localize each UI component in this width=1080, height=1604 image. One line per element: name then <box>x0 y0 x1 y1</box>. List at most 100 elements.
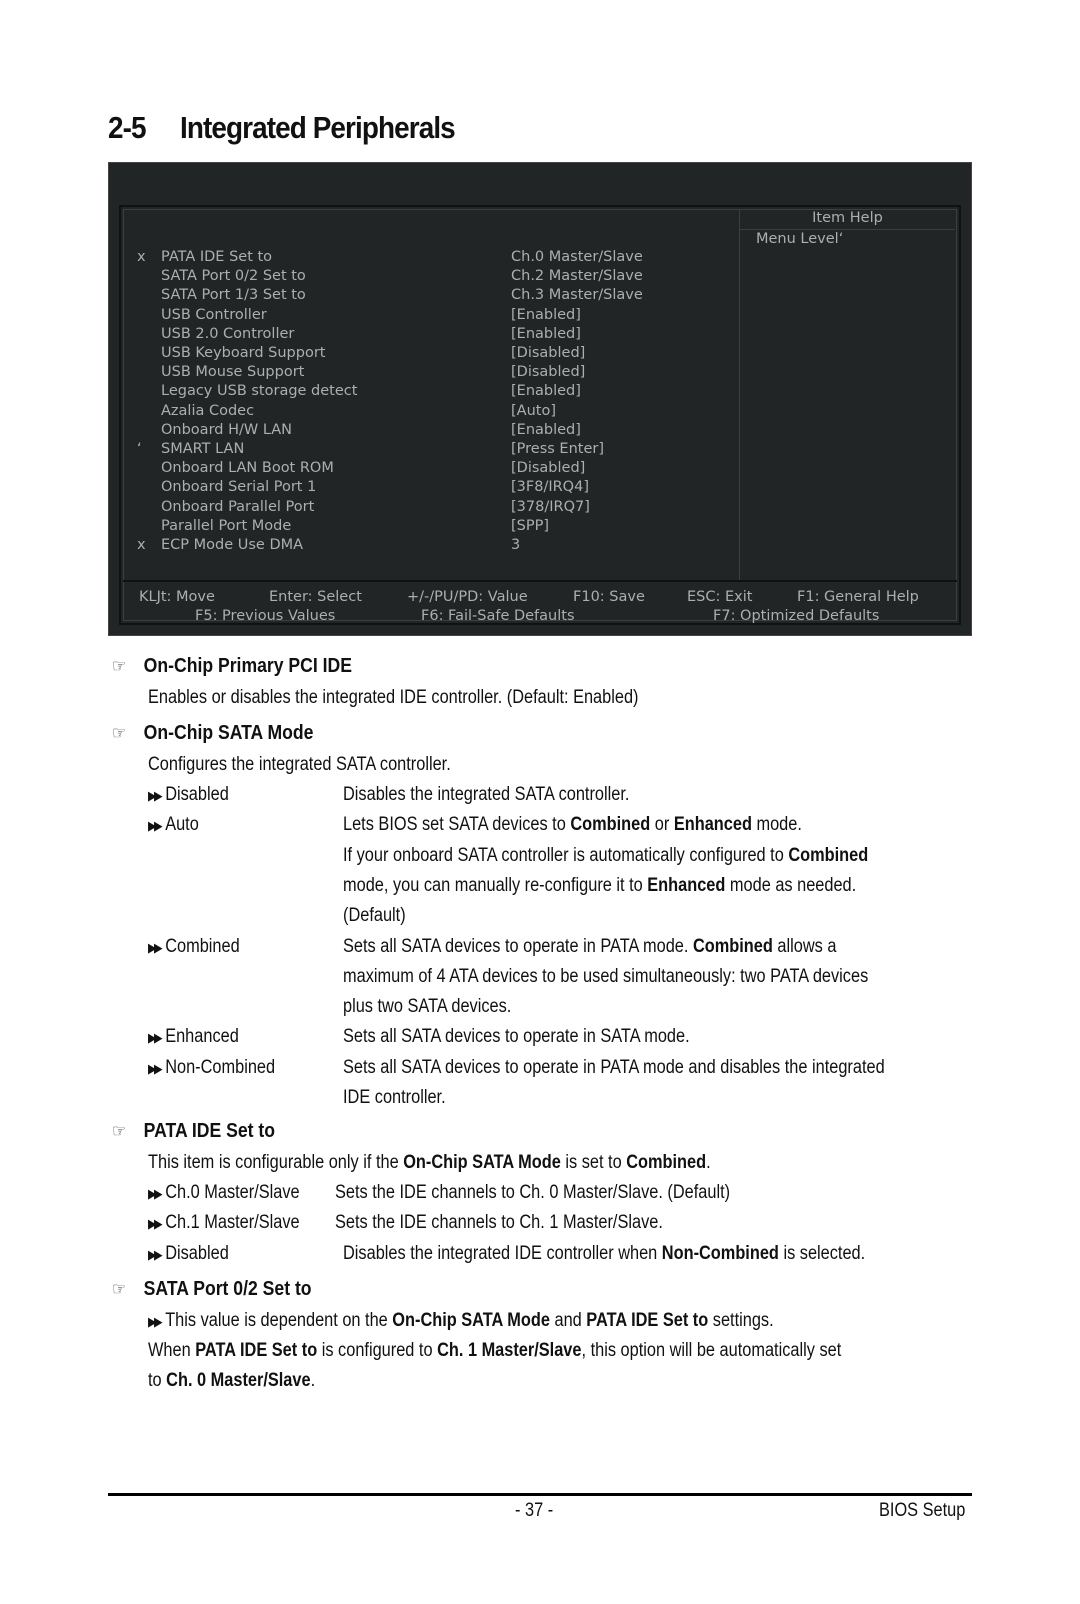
section-heading-sata-mode: ☞ On-Chip SATA Mode <box>112 722 313 745</box>
option-label: Auto <box>165 814 199 836</box>
option-description: Disables the integrated IDE controller w… <box>343 1242 866 1264</box>
option-label: Ch.1 Master/Slave <box>165 1212 300 1234</box>
setting-label: USB Mouse Support <box>161 364 305 381</box>
option-description-line: Disables the integrated SATA controller. <box>343 784 630 805</box>
page-title: 2-5 Integrated Peripherals <box>108 110 456 146</box>
pointing-hand-icon: ☞ <box>112 723 127 743</box>
option-name: ▶▶ Combined <box>148 936 240 958</box>
setting-label: Onboard LAN Boot ROM <box>161 460 334 477</box>
setting-label: Onboard Serial Port 1 <box>161 479 317 496</box>
setting-label: Legacy USB storage detect <box>161 383 358 400</box>
item-marker: x <box>137 249 146 265</box>
option-label: Enhanced <box>165 1026 239 1048</box>
sata-mode-description: Configures the integrated SATA controlle… <box>148 754 451 775</box>
pointing-hand-icon: ☞ <box>112 1279 127 1299</box>
heading-text: On-Chip Primary PCI IDE <box>143 655 352 677</box>
double-arrow-icon: ▶▶ <box>148 1186 163 1201</box>
key-value: +/-/PU/PD: Value <box>407 589 528 605</box>
double-arrow-icon: ▶▶ <box>148 1314 163 1329</box>
setting-value[interactable]: [Enabled] <box>511 326 581 342</box>
setting-label: Onboard Parallel Port <box>161 498 315 515</box>
setting-value[interactable]: [Enabled] <box>511 307 581 323</box>
double-arrow-icon: ▶▶ <box>148 1030 163 1046</box>
option-label: Non-Combined <box>165 1056 276 1078</box>
setting-value[interactable]: [SPP] <box>511 518 549 534</box>
setting-label: SATA Port 1/3 Set to <box>161 287 306 304</box>
pata-ide-description: This item is configurable only if the On… <box>148 1152 711 1173</box>
option-name: ▶▶ Enhanced <box>148 1026 239 1048</box>
double-arrow-icon: ▶▶ <box>148 1216 163 1232</box>
section-number: 2-5 <box>108 110 147 145</box>
bios-screen: Item Help Menu Level‘ x PATA IDE Set to Ch… <box>108 162 972 636</box>
bullet-text: This value is dependent on the On-Chip S… <box>165 1310 774 1331</box>
option-description-line: plus two SATA devices. <box>343 996 512 1018</box>
option-description: Sets the IDE channels to Ch. 0 Master/Sl… <box>335 1182 731 1203</box>
double-arrow-icon: ▶▶ <box>148 818 163 834</box>
setting-value[interactable]: [Disabled] <box>511 460 585 476</box>
double-arrow-icon: ▶▶ <box>148 939 163 955</box>
sata-port02-text-line: to Ch. 0 Master/Slave. <box>148 1370 316 1391</box>
bios-key-legend: KLJt: Move Enter: Select +/-/PU/PD: Valu… <box>109 589 971 629</box>
setting-value[interactable]: Ch.0 Master/Slave <box>511 249 643 265</box>
setting-label: ECP Mode Use DMA <box>161 537 304 553</box>
key-general-help: F1: General Help <box>797 589 919 605</box>
item-marker: x <box>137 537 146 553</box>
double-arrow-icon: ▶▶ <box>148 1060 163 1076</box>
option-description-line: (Default) <box>343 905 406 927</box>
setting-label: PATA IDE Set to <box>161 249 273 265</box>
key-exit: ESC: Exit <box>687 589 753 605</box>
setting-label: SATA Port 0/2 Set to <box>161 268 306 285</box>
key-select: Enter: Select <box>269 589 362 605</box>
option-name: ▶▶ Disabled <box>148 784 229 806</box>
key-optimized-defaults: F7: Optimized Defaults <box>713 608 880 624</box>
option-label: Combined <box>165 935 240 957</box>
setting-label: Azalia Codec <box>161 402 255 419</box>
section-title: Integrated Peripherals <box>180 110 456 145</box>
option-name: ▶▶ Ch.0 Master/Slave <box>148 1182 300 1204</box>
setting-value[interactable]: [378/IRQ7] <box>511 499 590 515</box>
option-name: ▶▶ Auto <box>148 814 199 836</box>
setting-value[interactable]: [Auto] <box>511 403 556 419</box>
double-arrow-icon: ▶▶ <box>148 788 163 803</box>
footer-section-label: BIOS Setup <box>879 1500 966 1521</box>
option-description-line: mode, you can manually re-configure it t… <box>343 874 857 896</box>
setting-value[interactable]: 3 <box>511 537 520 553</box>
setting-value[interactable]: [Press Enter] <box>511 441 604 457</box>
option-description-line: IDE controller. <box>343 1087 446 1108</box>
option-description-line: maximum of 4 ATA devices to be used simu… <box>343 965 869 987</box>
setting-value[interactable]: Ch.2 Master/Slave <box>511 268 643 284</box>
sata-port02-bullet: ▶▶ This value is dependent on the On-Chip… <box>148 1310 774 1332</box>
setting-value[interactable]: Ch.3 Master/Slave <box>511 287 643 303</box>
option-description-line: If your onboard SATA controller is autom… <box>343 844 869 866</box>
option-label: Disabled <box>165 1242 229 1264</box>
setting-label: USB 2.0 Controller <box>161 325 295 342</box>
item-help-title: Item Help <box>740 210 955 230</box>
key-previous-values: F5: Previous Values <box>195 608 336 624</box>
setting-value[interactable]: [3F8/IRQ4] <box>511 479 589 495</box>
page-number: - 37 - <box>515 1500 554 1521</box>
key-move: KLJt: Move <box>139 589 215 605</box>
heading-text: PATA IDE Set to <box>143 1120 276 1142</box>
bios-divider <box>123 580 957 582</box>
double-arrow-icon: ▶▶ <box>148 1246 163 1262</box>
setting-value[interactable]: [Disabled] <box>511 345 585 361</box>
key-fail-safe-defaults: F6: Fail-Safe Defaults <box>421 608 575 624</box>
option-description: Sets the IDE channels to Ch. 1 Master/Sl… <box>335 1212 663 1234</box>
option-label: Disabled <box>165 784 229 805</box>
item-marker: ‘ <box>137 441 142 457</box>
pointing-hand-icon: ☞ <box>112 1121 127 1141</box>
option-name: ▶▶ Non-Combined <box>148 1057 275 1079</box>
setting-value[interactable]: [Enabled] <box>511 422 581 438</box>
option-name: ▶▶ Ch.1 Master/Slave <box>148 1212 300 1234</box>
footer-rule <box>108 1493 972 1496</box>
setting-label: Parallel Port Mode <box>161 517 292 534</box>
section-heading-primary-pci-ide: ☞ On-Chip Primary PCI IDE <box>112 655 352 678</box>
setting-value[interactable]: [Enabled] <box>511 383 581 399</box>
setting-label: USB Controller <box>161 306 267 323</box>
option-label: Ch.0 Master/Slave <box>165 1182 300 1203</box>
heading-text: On-Chip SATA Mode <box>143 722 314 744</box>
setting-value[interactable]: [Disabled] <box>511 364 585 380</box>
sata-port02-text-line: When PATA IDE Set to is configured to Ch… <box>148 1340 842 1361</box>
pointing-hand-icon: ☞ <box>112 656 127 676</box>
bios-divider <box>739 209 740 580</box>
